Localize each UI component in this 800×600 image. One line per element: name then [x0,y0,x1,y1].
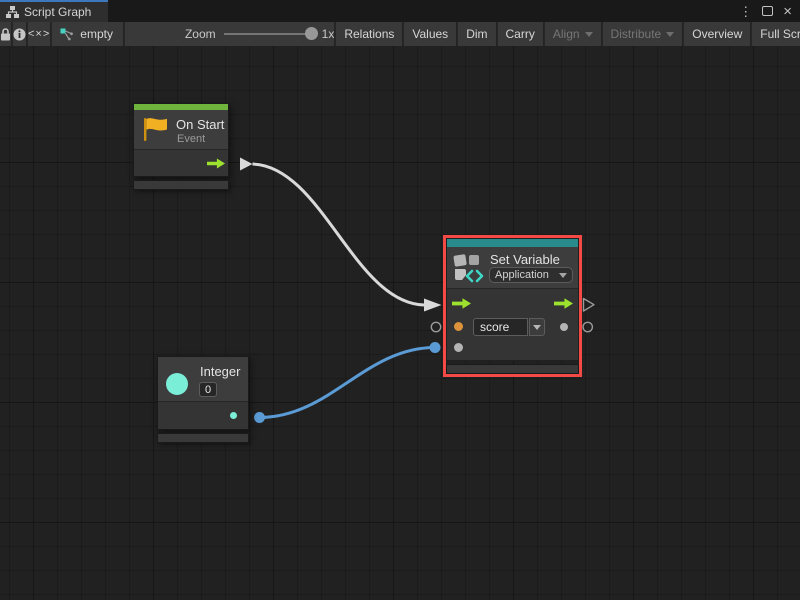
maximize-icon[interactable] [762,6,773,16]
fullscreen-button[interactable]: Full Screen [752,22,800,46]
graph-reference-label: empty [80,27,113,41]
window-menu-icon[interactable]: ⋮ [739,5,752,18]
wire-exec-arrowhead [424,299,442,312]
integer-icon [166,373,188,395]
connection-layer [0,46,800,600]
variable-scope-dropdown[interactable]: Application [489,267,573,283]
variable-color-bar [447,239,578,247]
exec-output-arrow-icon[interactable] [207,158,225,169]
set-variable-exec-output-port[interactable] [584,299,595,312]
node-integer[interactable]: Integer 0 [157,356,249,443]
graph-reference-button[interactable]: empty [52,22,124,46]
zoom-label: Zoom [185,27,216,41]
wire-value[interactable] [260,348,436,418]
zoom-control: Zoom 1x [125,22,335,46]
chevron-down-icon [559,273,567,278]
code-preview-button[interactable]: <×> [28,22,51,46]
lock-icon [0,28,11,41]
integer-value-field[interactable]: 0 [199,382,217,397]
flag-icon [141,115,169,143]
chevron-down-icon [585,32,593,37]
exec-input-arrow-icon[interactable] [452,298,471,309]
variables-icon [452,251,485,284]
zoom-slider[interactable] [224,33,314,35]
variable-name-input-port[interactable] [454,322,463,331]
zoom-slider-handle[interactable] [305,27,318,40]
node-subtitle: Event [177,133,205,145]
chevron-down-icon [533,325,541,330]
node-title: Set Variable [490,252,560,267]
set-variable-left-circle-port[interactable] [431,322,440,331]
tab-label: Script Graph [24,5,91,19]
title-bar: Script Graph ⋮ × [0,0,800,22]
node-title: Integer [200,364,240,379]
node-set-variable[interactable]: Set Variable Application score [443,235,582,377]
align-button[interactable]: Align [545,22,602,46]
graph-canvas[interactable]: On Start Event Set Variable [0,46,800,600]
integer-output-port[interactable] [230,412,237,419]
graph-toolbar: <×> empty Zoom 1x Relations Values Dim C… [0,22,800,46]
variable-name-dropdown-button[interactable] [529,318,545,336]
carry-button[interactable]: Carry [498,22,544,46]
on-start-exec-output-port[interactable] [240,158,253,171]
overview-button[interactable]: Overview [684,22,751,46]
graph-icon [60,28,74,41]
lock-button[interactable] [0,22,12,46]
zoom-value: 1x [322,27,335,41]
graph-tab-icon [6,6,19,18]
integer-value-output-port[interactable] [254,412,265,423]
set-variable-right-circle-port[interactable] [583,322,592,331]
values-button[interactable]: Values [404,22,457,46]
value-output-port[interactable] [560,323,568,331]
node-footer [157,433,249,443]
node-on-start[interactable]: On Start Event [133,103,229,190]
chevron-down-icon [666,32,674,37]
relations-button[interactable]: Relations [336,22,403,46]
new-value-input-port[interactable] [454,343,463,352]
distribute-button[interactable]: Distribute [603,22,684,46]
exec-output-arrow-icon[interactable] [554,298,573,309]
node-footer [446,364,579,374]
set-variable-value-input-port[interactable] [430,342,441,353]
info-icon [13,28,26,41]
node-title: On Start [176,117,224,132]
dim-button[interactable]: Dim [458,22,496,46]
wire-exec[interactable] [253,164,425,305]
info-button[interactable] [13,22,27,46]
variable-name-field[interactable]: score [473,318,528,336]
node-footer [133,180,229,190]
tab-script-graph[interactable]: Script Graph [0,0,108,22]
close-icon[interactable]: × [783,4,792,19]
